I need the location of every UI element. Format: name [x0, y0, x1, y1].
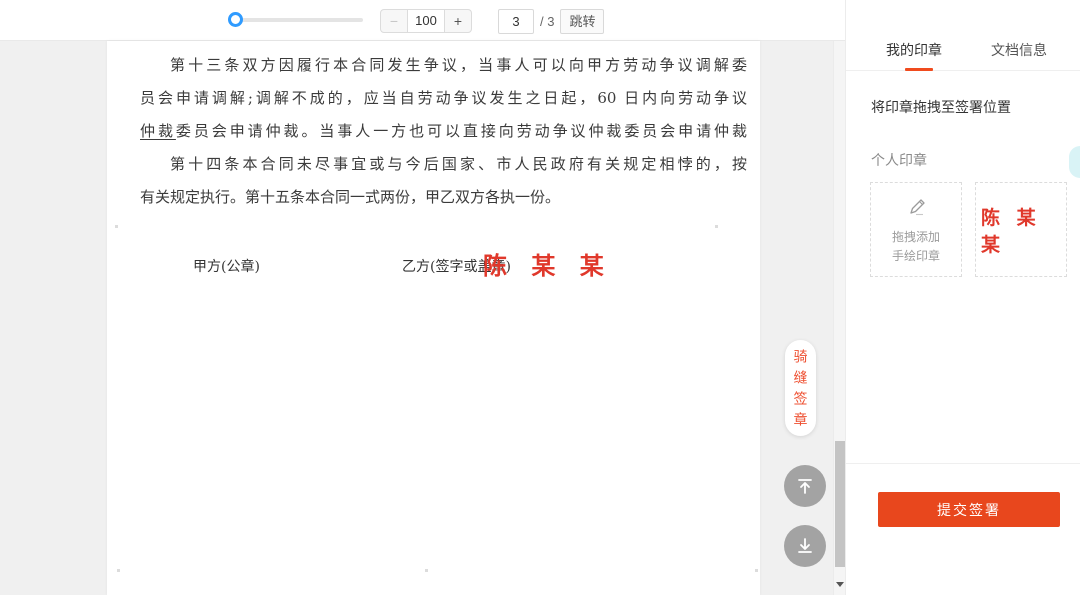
- page-number-input[interactable]: [498, 9, 534, 34]
- tab-document-info[interactable]: 文档信息: [991, 40, 1047, 60]
- zoom-control: − 100 +: [380, 9, 472, 33]
- page-jump-button[interactable]: 跳转: [560, 9, 604, 34]
- zoom-in-button[interactable]: +: [445, 10, 471, 32]
- contract-line: 仲裁委员会申请仲裁。当事人一方也可以直接向劳动争议仲裁委员会申请仲裁: [140, 115, 747, 148]
- seal-sidebar: 我的印章 文档信息 将印章拖拽至签署位置 个人印章 拖拽添加 手绘印章 陈 某 …: [845, 0, 1080, 595]
- esign-app: − 100 + / 3 跳转 第十三条双方因履行本合同发生争议，当事人可以向甲方…: [0, 0, 1080, 595]
- contract-page: 第十三条双方因履行本合同发生争议，当事人可以向甲方劳动争议调解委 员会申请调解;…: [107, 41, 760, 595]
- divider: [846, 463, 1080, 464]
- add-handdrawn-seal-card[interactable]: 拖拽添加 手绘印章: [870, 182, 962, 277]
- scrollbar-thumb[interactable]: [835, 441, 845, 567]
- cross-page-seal-button[interactable]: 骑缝签章: [785, 340, 816, 436]
- add-seal-label-line2: 手绘印章: [892, 247, 940, 266]
- zoom-out-button[interactable]: −: [381, 10, 407, 32]
- personal-seal-section-title: 个人印章: [871, 150, 927, 170]
- cross-page-seal-label: 骑缝签章: [791, 343, 811, 433]
- page-grid-mark: [425, 569, 428, 572]
- add-seal-label-line1: 拖拽添加: [892, 228, 940, 247]
- tab-my-seals[interactable]: 我的印章: [886, 40, 942, 60]
- contract-line: 第十三条双方因履行本合同发生争议，当事人可以向甲方劳动争议调解委: [140, 49, 747, 82]
- contract-line-text: 委员会申请仲裁。当事人一方也可以直接向劳动争议仲裁委员会申请仲裁: [176, 122, 747, 140]
- contract-text: 第十三条双方因履行本合同发生争议，当事人可以向甲方劳动争议调解委 员会申请调解;…: [140, 49, 747, 214]
- collapsed-panel-handle[interactable]: [1069, 146, 1080, 178]
- contract-underlined-text: 仲裁: [140, 122, 176, 140]
- contract-line: 员会申请调解;调解不成的，应当自劳动争议发生之日起，60 日内向劳动争议: [140, 82, 747, 115]
- zoom-level-value: 100: [407, 10, 445, 32]
- scroll-to-top-icon: [795, 476, 815, 496]
- page-grid-mark: [715, 225, 718, 228]
- zoom-slider-handle[interactable]: [228, 12, 243, 27]
- document-toolbar: − 100 + / 3 跳转: [0, 0, 845, 41]
- sidebar-tabs: 我的印章 文档信息: [846, 0, 1080, 71]
- drag-seal-hint: 将印章拖拽至签署位置: [871, 97, 1011, 117]
- active-tab-indicator: [905, 68, 933, 71]
- page-grid-mark: [115, 225, 118, 228]
- scroll-to-top-button[interactable]: [784, 465, 826, 507]
- pencil-icon: [903, 194, 929, 220]
- document-viewer: 第十三条双方因履行本合同发生争议，当事人可以向甲方劳动争议调解委 员会申请调解;…: [0, 41, 845, 595]
- contract-line: 有关规定执行。第十五条本合同一式两份，甲乙双方各执一份。: [140, 181, 747, 214]
- personal-seal-name: 陈 某 某: [976, 203, 1066, 257]
- submit-signature-button[interactable]: 提交签署: [878, 492, 1060, 527]
- document-scrollbar[interactable]: [833, 41, 845, 595]
- scroll-to-bottom-button[interactable]: [784, 525, 826, 567]
- personal-seal-card[interactable]: 陈 某 某: [975, 182, 1067, 277]
- scroll-to-bottom-icon: [795, 536, 815, 556]
- page-navigation: / 3 跳转: [498, 8, 604, 34]
- party-b-signature-stamp[interactable]: 陈 某 某: [483, 246, 612, 281]
- page-grid-mark: [755, 569, 758, 572]
- contract-line: 第十四条本合同未尽事宜或与今后国家、市人民政府有关规定相悖的，按: [140, 148, 747, 181]
- scrollbar-down-arrow[interactable]: [836, 582, 844, 587]
- page-total-label: / 3: [540, 14, 554, 29]
- page-grid-mark: [117, 569, 120, 572]
- zoom-slider[interactable]: [235, 18, 363, 22]
- party-a-seal-label: 甲方(公章): [193, 256, 260, 276]
- signature-row: 甲方(公章) 乙方(签字或盖章) 陈 某 某: [107, 246, 760, 286]
